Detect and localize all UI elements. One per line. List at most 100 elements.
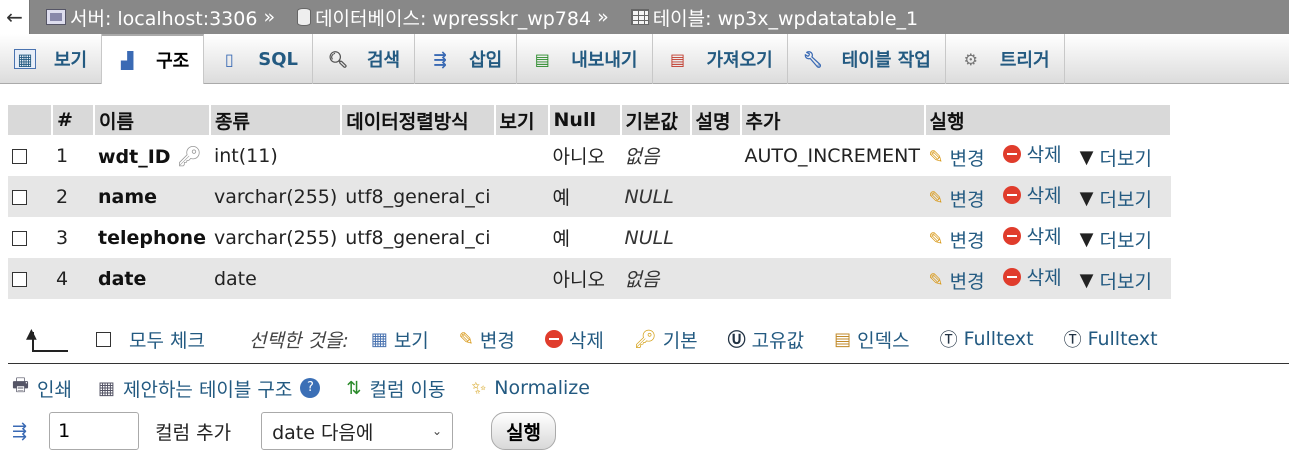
header-comment[interactable]: 설명 [690, 105, 742, 135]
field-default: 없음 [620, 258, 691, 299]
row-num: 1 [52, 135, 94, 176]
tab-browse[interactable]: ▦ 보기 [0, 34, 103, 84]
header-type[interactable]: 종류 [209, 105, 343, 135]
breadcrumb-database-label[interactable]: 데이터베이스: wpresskr_wp784 [315, 4, 591, 31]
table-view-icon: ▦ [370, 328, 388, 350]
breadcrumb-bar: ← 서버: localhost:3306 » 데이터베이스: wpresskr_… [0, 0, 1289, 34]
header-name[interactable]: 이름 [94, 105, 211, 135]
go-button[interactable]: 실행 [491, 412, 557, 450]
field-view [494, 135, 549, 176]
database-icon [297, 8, 312, 26]
propose-structure-link[interactable]: ▦ 제안하는 테이블 구조? [98, 375, 321, 402]
delete-icon [1002, 185, 1021, 204]
more-dropdown[interactable]: ▼ 더보기 [1080, 226, 1152, 253]
trigger-icon: ⚙ [963, 49, 978, 69]
change-button[interactable]: ✎ 변경 [929, 185, 985, 212]
drop-button[interactable]: 삭제 [1002, 181, 1062, 208]
header-collation[interactable]: 데이터정렬방식 [341, 105, 496, 135]
breadcrumb-server-label[interactable]: 서버: localhost:3306 [70, 4, 257, 31]
check-all[interactable]: 모두 체크 [96, 326, 205, 353]
field-collation: utf8_general_ci [341, 176, 495, 217]
pencil-icon: ✎ [928, 187, 944, 209]
breadcrumb-database[interactable]: 데이터베이스: wpresskr_wp784 [297, 4, 591, 31]
add-column-label: 컬럼 추가 [155, 421, 232, 444]
header-null[interactable]: Null [548, 105, 622, 135]
header-default[interactable]: 기본값 [620, 105, 692, 135]
add-column-position-select[interactable]: date 다음에 ⌄ [261, 412, 454, 450]
tab-sql[interactable]: ▯ SQL [204, 34, 313, 84]
primary-key-icon: 🔑︎ [176, 143, 202, 168]
field-type: date [209, 258, 342, 299]
field-null: 아니오 [548, 258, 621, 299]
field-name: wdt_ID [98, 145, 171, 168]
caret-down-icon: ▼ [1079, 187, 1094, 209]
bulk-primary-button[interactable]: 🔑︎ 기본 [634, 326, 698, 353]
field-name: name [98, 185, 158, 208]
normalize-link[interactable]: ✨︎ Normalize [471, 377, 590, 399]
structure-table: # 이름 종류 데이터정렬방식 보기 Null 기본값 설명 추가 실행 1 w… [8, 105, 1173, 299]
drop-button[interactable]: 삭제 [1002, 263, 1062, 290]
with-selected-label: 선택한 것을: [248, 329, 349, 352]
field-extra [740, 258, 925, 299]
field-type: varchar(255) [209, 176, 342, 217]
table-header-row: # 이름 종류 데이터정렬방식 보기 Null 기본값 설명 추가 실행 [8, 105, 1173, 135]
drop-button[interactable]: 삭제 [1002, 140, 1062, 167]
tab-structure[interactable]: ▟ 구조 [102, 34, 205, 84]
change-button[interactable]: ✎ 변경 [929, 226, 985, 253]
bulk-fulltext-button-2[interactable]: Ⓣ Fulltext [1064, 326, 1158, 352]
import-icon: ▤ [669, 49, 686, 69]
bulk-browse-button[interactable]: ▦ 보기 [371, 326, 429, 353]
structure-icon: ▟ [120, 50, 134, 70]
tab-export[interactable]: ▤ 내보내기 [517, 34, 653, 84]
tab-triggers[interactable]: ⚙ 트리거 [946, 34, 1065, 84]
print-link[interactable]: 🖶 인쇄 [12, 373, 72, 403]
breadcrumb-server[interactable]: 서버: localhost:3306 [46, 4, 257, 31]
header-extra[interactable]: 추가 [740, 105, 926, 135]
more-dropdown[interactable]: ▼ 더보기 [1080, 267, 1152, 294]
wrench-icon: 🔧︎ [802, 49, 823, 69]
more-dropdown[interactable]: ▼ 더보기 [1080, 144, 1152, 171]
bulk-change-button[interactable]: ✎ 변경 [459, 326, 515, 353]
bulk-drop-button[interactable]: 삭제 [544, 326, 604, 353]
field-name: date [98, 267, 147, 290]
header-view[interactable]: 보기 [494, 105, 550, 135]
tab-import[interactable]: ▤ 가져오기 [653, 34, 788, 84]
row-checkbox[interactable] [12, 271, 27, 287]
move-columns-link[interactable]: ⇅ 컬럼 이동 [346, 375, 445, 402]
tab-insert[interactable]: ⇶ 삽입 [415, 34, 518, 84]
field-extra: AUTO_INCREMENT [740, 135, 925, 176]
insert-icon: ⇶ [12, 420, 28, 442]
printer-icon: 🖶 [12, 375, 29, 396]
field-extra [740, 217, 925, 258]
add-column-count-input[interactable] [49, 412, 140, 450]
header-num[interactable]: # [52, 105, 95, 135]
row-checkbox[interactable] [12, 189, 27, 205]
field-default: NULL [620, 217, 691, 258]
field-null: 아니오 [548, 135, 621, 176]
help-icon[interactable]: ? [300, 378, 321, 398]
sql-icon: ▯ [224, 49, 234, 69]
bulk-fulltext-button[interactable]: Ⓣ Fulltext [940, 326, 1034, 352]
row-num: 4 [52, 258, 94, 299]
back-button[interactable]: ← [0, 0, 30, 34]
breadcrumb-separator: » [597, 6, 609, 28]
field-name: telephone [98, 226, 206, 249]
breadcrumb-table-label[interactable]: 테이블: wp3x_wpdatatable_1 [653, 4, 918, 31]
row-checkbox[interactable] [12, 230, 27, 246]
unique-icon: Ⓤ [727, 330, 746, 351]
field-comment [690, 217, 741, 258]
change-button[interactable]: ✎ 변경 [929, 144, 985, 171]
row-checkbox[interactable] [12, 148, 27, 164]
tab-search[interactable]: 🔍︎ 검색 [313, 34, 416, 84]
drop-button[interactable]: 삭제 [1002, 222, 1062, 249]
index-icon: ▤ [834, 328, 852, 350]
bulk-index-button[interactable]: ▤ 인덱스 [834, 326, 909, 353]
check-all-checkbox[interactable] [96, 331, 111, 347]
caret-down-icon: ▼ [1079, 228, 1094, 250]
bulk-unique-button[interactable]: Ⓤ 고유값 [728, 326, 804, 353]
breadcrumb-table[interactable]: 테이블: wp3x_wpdatatable_1 [630, 4, 918, 31]
more-dropdown[interactable]: ▼ 더보기 [1080, 185, 1152, 212]
field-comment [690, 176, 741, 217]
tab-operations[interactable]: 🔧︎ 테이블 작업 [788, 34, 946, 84]
change-button[interactable]: ✎ 변경 [929, 267, 985, 294]
